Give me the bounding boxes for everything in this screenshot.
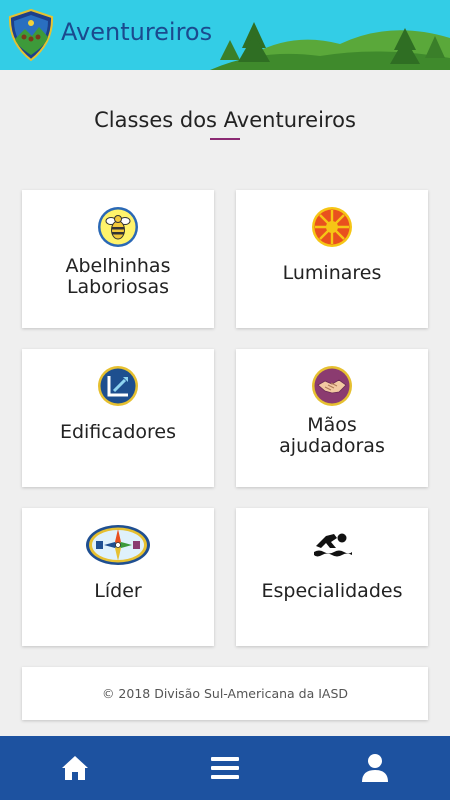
- card-label: Edificadores: [59, 421, 177, 443]
- section-title: Classes dos Aventureiros: [94, 108, 356, 132]
- mountain-scenery: [210, 22, 450, 70]
- nav-profile-button[interactable]: [345, 736, 405, 800]
- handshake-icon: [312, 366, 352, 406]
- builders-icon: [98, 366, 138, 406]
- card-label: Luminares: [282, 262, 382, 284]
- class-card-maos-ajudadoras[interactable]: Mãos ajudadoras: [236, 349, 428, 487]
- title-underline: [210, 138, 240, 140]
- bottom-navigation: [0, 736, 450, 800]
- sun-icon: [312, 207, 352, 247]
- class-card-luminares[interactable]: Luminares: [236, 190, 428, 328]
- class-card-especialidades[interactable]: Especialidades: [236, 508, 428, 646]
- home-icon: [62, 756, 88, 780]
- card-label-line1: Abelhinhas: [65, 255, 171, 277]
- footer-card: © 2018 Divisão Sul-Americana da IASD: [22, 667, 428, 720]
- class-card-lider[interactable]: Líder: [22, 508, 214, 646]
- compass-emblem-icon: [86, 525, 150, 565]
- app-title: Aventureiros: [61, 18, 213, 46]
- club-logo-icon: [8, 9, 54, 61]
- nav-home-button[interactable]: [45, 736, 105, 800]
- card-label-line1: Mãos: [307, 414, 357, 436]
- app-bar: Aventureiros: [0, 0, 450, 70]
- card-label: Especialidades: [261, 580, 403, 602]
- card-label-line2: ajudadoras: [279, 435, 385, 457]
- nav-menu-button[interactable]: [195, 736, 255, 800]
- class-card-edificadores[interactable]: Edificadores: [22, 349, 214, 487]
- bee-icon: [98, 207, 138, 247]
- menu-icon: [211, 757, 239, 779]
- card-label-line2: Laboriosas: [66, 276, 170, 298]
- user-icon: [362, 754, 388, 782]
- card-label: Líder: [94, 580, 142, 602]
- class-card-abelhinhas-laboriosas[interactable]: Abelhinhas Laboriosas: [22, 190, 214, 328]
- copyright-text: © 2018 Divisão Sul-Americana da IASD: [101, 686, 349, 701]
- swimmer-icon: [314, 533, 352, 557]
